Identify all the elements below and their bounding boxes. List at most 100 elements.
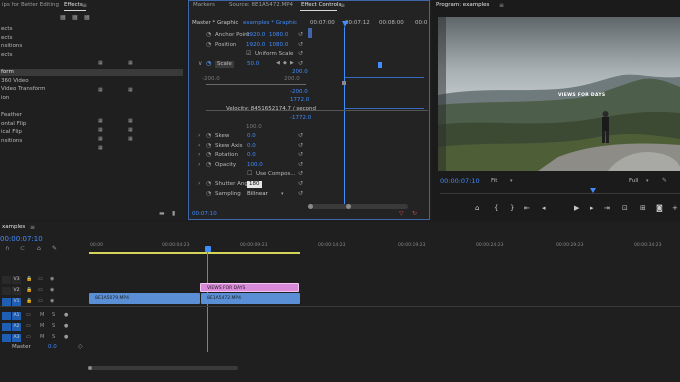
scroll-handle[interactable] — [88, 366, 92, 370]
property-value[interactable]: 1080.0 — [269, 32, 288, 39]
chevron-right-icon[interactable]: › — [198, 142, 200, 149]
sync-icon[interactable]: ▭ — [38, 287, 43, 294]
tab-tips[interactable]: ips for Better Editing — [2, 0, 59, 11]
program-timecode[interactable]: 00:00:07:10 — [440, 178, 480, 185]
camera-icon[interactable]: ◙ — [656, 205, 663, 212]
add-icon[interactable]: + — [672, 205, 678, 212]
eye-icon[interactable]: ◉ — [50, 276, 54, 283]
property-value[interactable]: Bilinear — [247, 191, 268, 198]
track-target-toggle[interactable] — [2, 276, 11, 284]
reset-icon[interactable]: ↺ — [298, 170, 303, 177]
next-keyframe-icon[interactable]: ▶ — [290, 60, 294, 67]
lock-icon[interactable]: 🔒 — [26, 298, 32, 305]
lock-icon[interactable]: ▭ — [26, 323, 31, 330]
scroll-icon[interactable]: ◇ — [78, 343, 83, 350]
property-value[interactable]: 1080.0 — [269, 42, 288, 49]
reset-icon[interactable]: ↺ — [298, 161, 303, 168]
wrench-icon[interactable]: ✎ — [52, 245, 57, 252]
effects-list-item[interactable]: ion — [0, 95, 183, 102]
graphic-clip[interactable]: VIEWS FOR DAYS — [200, 283, 299, 292]
program-scrubber[interactable] — [440, 193, 680, 194]
solo-icon[interactable]: S — [52, 323, 55, 330]
quality-select[interactable]: Full — [629, 178, 638, 185]
prev-keyframe-icon[interactable]: ◀ — [276, 60, 280, 67]
timeline-playhead-marker[interactable] — [205, 246, 211, 252]
zoom-handle-right[interactable] — [346, 204, 351, 209]
wrench-icon[interactable]: ✎ — [662, 177, 667, 184]
zoom-handle-left[interactable] — [308, 204, 313, 209]
mic-icon[interactable]: ● — [64, 312, 68, 319]
effects-list-item[interactable]: ical Flip — [0, 129, 183, 136]
clip-ref-label[interactable]: examples * Graphic — [243, 20, 297, 27]
panel-menu-icon[interactable]: ≡ — [82, 2, 87, 9]
filter-icon[interactable]: ▽ — [399, 210, 404, 217]
tab-source[interactable]: Source: 8E1A5472.MP4 — [229, 0, 293, 11]
eye-icon[interactable]: ◉ — [50, 298, 54, 305]
chevron-right-icon[interactable]: › — [198, 161, 200, 168]
property-value[interactable]: 0.0 — [247, 133, 256, 140]
delete-icon[interactable]: ▮ — [172, 210, 175, 217]
tab-sequence[interactable]: xamples — [2, 222, 25, 233]
chevron-down-icon[interactable]: ▾ — [510, 178, 513, 185]
track-target-toggle[interactable] — [2, 312, 11, 320]
property-value[interactable]: 1920.0 — [246, 32, 265, 39]
property-value[interactable]: 1920.0 — [246, 42, 265, 49]
accelerated-icon[interactable]: ▦ — [60, 14, 66, 21]
track-name[interactable]: V2 — [12, 287, 21, 295]
effects-list-item[interactable]: form — [0, 69, 183, 76]
chevron-right-icon[interactable]: › — [198, 180, 200, 187]
reset-icon[interactable]: ↺ — [298, 190, 303, 197]
eye-icon[interactable]: ◉ — [50, 287, 54, 294]
stopwatch-icon[interactable]: ◔ — [206, 41, 211, 48]
in-point-icon[interactable]: { — [494, 205, 498, 212]
mic-icon[interactable]: ● — [64, 334, 68, 341]
lock-icon[interactable]: ▭ — [26, 334, 31, 341]
add-keyframe-icon[interactable]: ◆ — [283, 60, 287, 67]
reset-icon[interactable]: ↺ — [298, 142, 303, 149]
effects-list-item[interactable]: 360 Video — [0, 78, 183, 85]
yuv-icon[interactable]: ▦ — [84, 14, 90, 21]
stopwatch-icon[interactable]: ◔ — [206, 142, 211, 149]
track-target-toggle[interactable] — [2, 323, 11, 331]
chevron-down-icon[interactable]: ▾ — [281, 191, 284, 198]
track-name[interactable]: A2 — [12, 323, 21, 331]
video-clip-b[interactable]: 8E1A5472.MP4 — [201, 293, 300, 304]
solo-icon[interactable]: S — [52, 334, 55, 341]
reset-icon[interactable]: ↺ — [298, 151, 303, 158]
property-value[interactable]: 0.0 — [247, 152, 256, 159]
effects-list-item[interactable]: ects — [0, 52, 183, 59]
track-target-toggle[interactable] — [2, 287, 11, 295]
stopwatch-icon[interactable]: ◔ — [206, 151, 211, 158]
sync-icon[interactable]: ▭ — [38, 276, 43, 283]
work-area-bar[interactable] — [89, 252, 300, 254]
panel-menu-icon[interactable]: ≡ — [30, 224, 35, 231]
chevron-right-icon[interactable]: › — [198, 151, 200, 158]
play-icon[interactable]: ▶ — [574, 205, 579, 212]
effects-list-item[interactable]: ects — [0, 26, 183, 33]
stopwatch-icon[interactable]: ◔ — [206, 161, 211, 168]
timeline-scrollbar[interactable] — [88, 366, 238, 370]
program-title[interactable]: Program: examples — [436, 0, 489, 11]
lock-icon[interactable]: ▭ — [26, 312, 31, 319]
track-name[interactable]: A3 — [12, 334, 21, 342]
lock-icon[interactable]: 🔒 — [26, 287, 32, 294]
marker-icon[interactable]: ⌂ — [37, 245, 41, 252]
chevron-down-icon[interactable]: ▾ — [646, 178, 649, 185]
master-track-value[interactable]: 0.0 — [48, 344, 57, 351]
stopwatch-icon[interactable]: ◔ — [206, 31, 211, 38]
master-label[interactable]: Master * Graphic — [192, 20, 238, 27]
effects-list-item[interactable]: ects — [0, 35, 183, 42]
reset-icon[interactable]: ↺ — [298, 60, 303, 67]
track-name[interactable]: A1 — [12, 312, 21, 320]
linked-icon[interactable]: ⊂ — [20, 245, 25, 252]
checkbox-icon[interactable]: ☑ — [246, 50, 251, 57]
reset-icon[interactable]: ↺ — [298, 180, 303, 187]
reset-icon[interactable]: ↺ — [298, 132, 303, 139]
reset-icon[interactable]: ↺ — [298, 31, 303, 38]
out-point-icon[interactable]: } — [510, 205, 514, 212]
fit-select[interactable]: Fit — [491, 178, 497, 185]
step-forward-icon[interactable]: ▸ — [590, 205, 594, 212]
property-value[interactable]: 180 — [247, 181, 262, 188]
tab-markers[interactable]: Markers — [193, 0, 215, 11]
track-target-toggle[interactable] — [2, 298, 11, 306]
